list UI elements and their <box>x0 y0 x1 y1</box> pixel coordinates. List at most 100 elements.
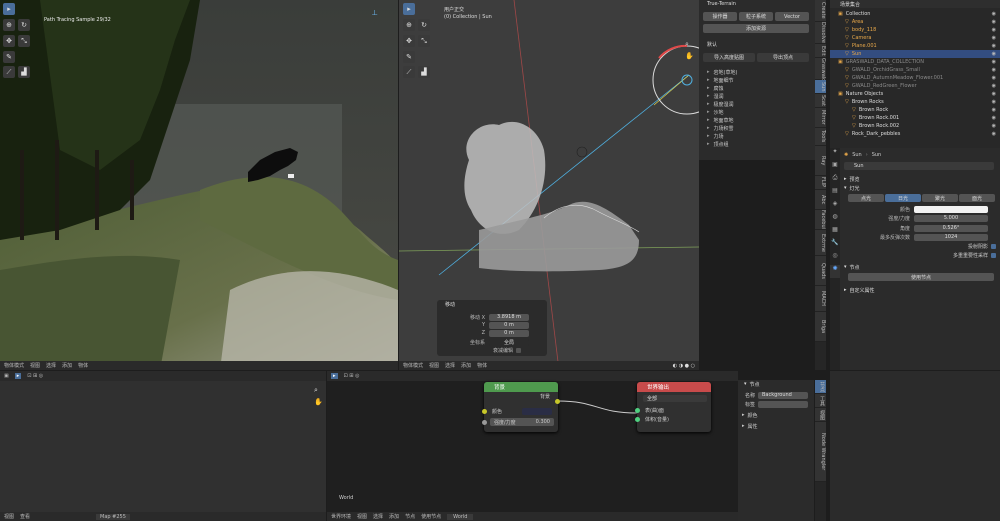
outliner-item[interactable]: ▣ Collection ◉ <box>830 10 1000 18</box>
import-heightmap-button[interactable]: 导入高度贴图 <box>703 53 755 62</box>
outliner-item[interactable]: ▣ Nature Objects ◉ <box>830 90 1000 98</box>
light-data-tab-icon[interactable]: ✺ <box>830 265 840 278</box>
mode-menu[interactable]: 物体模式 <box>403 362 423 369</box>
zoom-icon[interactable]: ⌕ <box>314 386 318 395</box>
outliner-item[interactable]: ▽ Camera ◉ <box>830 34 1000 42</box>
physics-tab-icon[interactable]: ◎ <box>830 252 840 265</box>
move-z-field[interactable]: 0 m <box>489 329 529 337</box>
color-input-socket[interactable] <box>482 409 487 414</box>
proportional-checkbox[interactable] <box>516 347 522 353</box>
strength-input-socket[interactable] <box>482 420 487 425</box>
outliner-item[interactable]: ▽ Sun ◉ <box>830 50 1000 58</box>
background-node[interactable]: 背景 背景 颜色 强度/力度 0.300 <box>482 382 560 432</box>
node-section[interactable]: ▾ 节点 <box>738 380 814 388</box>
light-type-spot[interactable]: 聚光 <box>922 194 958 202</box>
strength-field[interactable]: 5.000 <box>914 214 988 222</box>
nodes-section[interactable]: ▾ 节点 <box>844 263 860 271</box>
sidebar-tab[interactable]: Node Wrangler <box>815 422 826 482</box>
cursor-tool-icon[interactable]: ⊕ <box>3 19 15 31</box>
world-tab-icon[interactable]: ◍ <box>830 213 840 226</box>
sidebar-tab[interactable]: Create <box>815 0 826 22</box>
orientation-dropdown[interactable]: 全局 <box>489 338 529 346</box>
list-item[interactable]: ▸ 力场 <box>707 132 737 140</box>
light-type-point[interactable]: 点光 <box>848 194 884 202</box>
image-selector[interactable]: Map #255 <box>96 513 130 520</box>
rotate-tool-icon[interactable]: ↻ <box>18 19 30 31</box>
axis-gizmo-icon[interactable]: ⟂ <box>372 8 377 18</box>
angle-field[interactable]: 0.526° <box>914 224 988 232</box>
sidebar-tab[interactable]: 节点 <box>815 380 826 394</box>
cast-shadow-checkbox[interactable] <box>991 243 996 249</box>
tab-particles[interactable]: 粒子系统 <box>739 12 773 21</box>
use-nodes-toggle[interactable]: 使用节点 <box>421 513 441 520</box>
list-item[interactable]: ▸ 地面细节 <box>707 76 737 84</box>
outliner-item[interactable]: ▽ Brown Rocks ◉ <box>830 98 1000 106</box>
outliner-item[interactable]: ▽ GWALD_AutumnMeadow_Flower.001 ◉ <box>830 74 1000 82</box>
view-menu[interactable]: 视图 <box>4 513 14 520</box>
max-bounces-field[interactable]: 1024 <box>914 233 988 241</box>
light-type-sun[interactable]: 日光 <box>885 194 921 202</box>
visibility-eye-icon[interactable]: ◉ <box>992 35 996 41</box>
visibility-eye-icon[interactable]: ◉ <box>992 123 996 129</box>
outliner-item[interactable]: ▣ GRASWALD_DATA_COLLECTION ◉ <box>830 58 1000 66</box>
node-color-section[interactable]: ▸ 颜色 <box>742 411 758 419</box>
node-editor[interactable]: ▸ ⊡ ⊞ ◎ 背景 背景 颜色 强度/力度 0.300 世界输出 全部 表(曲… <box>327 371 738 521</box>
bottom-left-editor[interactable]: ▣ ▸ ⊡ ⊞ ◎ ⌕ ✋ 视图 查看 Map #255 <box>0 371 326 521</box>
visibility-eye-icon[interactable]: ◉ <box>992 107 996 113</box>
view2-menu[interactable]: 查看 <box>20 513 30 520</box>
select-menu[interactable]: 选择 <box>46 362 56 369</box>
sidebar-tab[interactable]: MACH <box>815 286 826 312</box>
render-tab-icon[interactable]: ▣ <box>830 161 840 174</box>
visibility-eye-icon[interactable]: ◉ <box>992 83 996 89</box>
add-menu[interactable]: 添加 <box>461 362 471 369</box>
list-item[interactable]: ▸ 腐蚀 <box>707 84 737 92</box>
move-tool-icon[interactable]: ✥ <box>3 35 15 47</box>
light-section[interactable]: ▾ 灯光 <box>844 184 860 192</box>
list-item[interactable]: ▸ 地面草地 <box>707 116 737 124</box>
sidebar-tab[interactable]: Ray <box>815 146 826 176</box>
sidebar-tab[interactable]: Brlga <box>815 312 826 342</box>
node-properties-section[interactable]: ▸ 属性 <box>742 422 758 430</box>
list-item[interactable]: ▸ 极度湿润 <box>707 100 737 108</box>
visibility-eye-icon[interactable]: ◉ <box>992 131 996 137</box>
modifier-tab-icon[interactable]: 🔧 <box>830 239 840 252</box>
annotate-tool-icon[interactable]: ✎ <box>3 51 15 63</box>
cursor-tool-icon[interactable]: ⊕ <box>403 19 415 31</box>
list-item[interactable]: ▸ 力场积雪 <box>707 124 737 132</box>
list-item[interactable]: ▸ 顶点组 <box>707 140 737 148</box>
world-output-header[interactable]: 世界输出 <box>637 382 711 392</box>
rotate-tool-icon[interactable]: ↻ <box>418 19 430 31</box>
editor-type-icon[interactable]: ▣ <box>4 373 9 379</box>
list-item[interactable]: ▸ 沙地 <box>707 108 737 116</box>
add-menu[interactable]: 添加 <box>62 362 72 369</box>
mode-menu[interactable]: 物体模式 <box>4 362 24 369</box>
move-x-field[interactable]: 3.8918 m <box>489 313 529 321</box>
outliner-item[interactable]: ▽ GWALD_RedGreen_Flower ◉ <box>830 82 1000 90</box>
visibility-eye-icon[interactable]: ◉ <box>992 51 996 57</box>
outliner-item[interactable]: ▽ GWALD_OrchidGrass_Small ◉ <box>830 66 1000 74</box>
select-tool-icon[interactable]: ▸ <box>3 3 15 15</box>
outliner-item[interactable]: ▽ Plane.001 ◉ <box>830 42 1000 50</box>
background-output-socket[interactable] <box>555 399 560 404</box>
use-nodes-button[interactable]: 使用节点 <box>848 273 994 281</box>
view-layer-tab-icon[interactable]: ▤ <box>830 187 840 200</box>
view-menu[interactable]: 视图 <box>429 362 439 369</box>
scale-tool-icon[interactable]: ⤡ <box>18 35 30 47</box>
visibility-eye-icon[interactable]: ◉ <box>992 91 996 97</box>
annotate-tool-icon[interactable]: ✎ <box>403 51 415 63</box>
view-menu[interactable]: 视图 <box>357 513 367 520</box>
visibility-eye-icon[interactable]: ◉ <box>992 19 996 25</box>
scale-tool-icon[interactable]: ⤡ <box>418 35 430 47</box>
visibility-eye-icon[interactable]: ◉ <box>992 43 996 49</box>
visibility-eye-icon[interactable]: ◉ <box>992 99 996 105</box>
shading-icons[interactable]: ◐ ◑ ● ○ <box>673 363 695 369</box>
node-menu[interactable]: 节点 <box>405 513 415 520</box>
move-tool-icon[interactable]: ✥ <box>403 35 415 47</box>
node-label-field[interactable] <box>758 400 808 408</box>
preview-section[interactable]: ▸ 预览 <box>844 175 860 183</box>
visibility-eye-icon[interactable]: ◉ <box>992 11 996 17</box>
defaults-section[interactable]: 默认 <box>707 40 717 48</box>
select-tool-icon[interactable]: ▸ <box>403 3 415 15</box>
surface-input-socket[interactable] <box>635 408 640 413</box>
scene-tab-icon[interactable]: ◈ <box>830 200 840 213</box>
